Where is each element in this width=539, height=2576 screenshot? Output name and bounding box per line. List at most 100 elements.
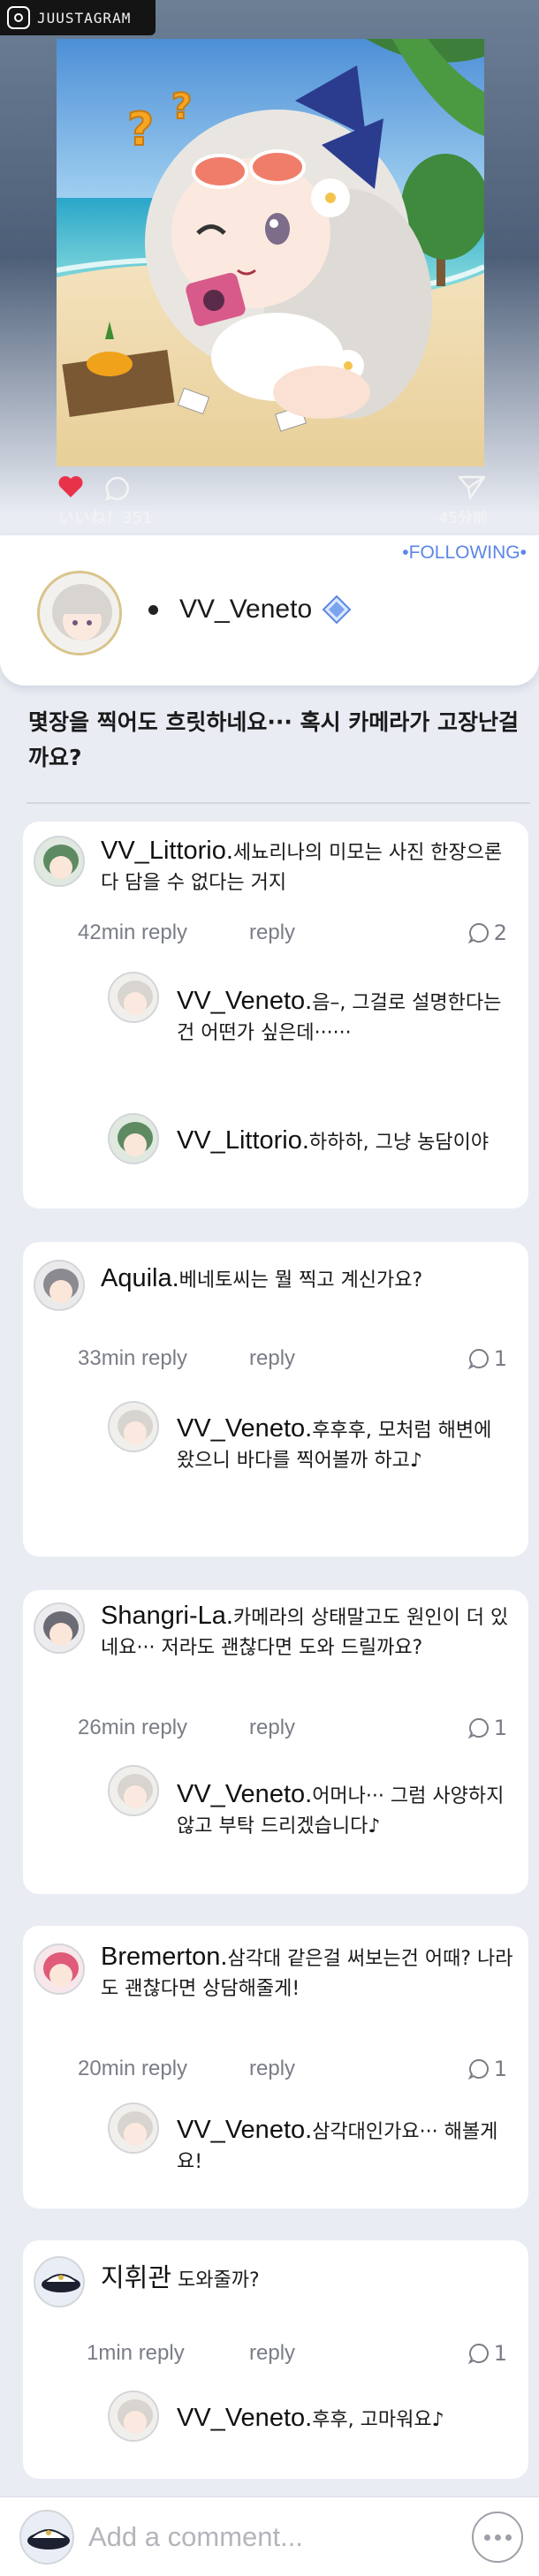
comment-input[interactable] <box>88 2515 459 2559</box>
post-time: 45分前 <box>438 510 488 527</box>
reply-bubble-icon <box>467 922 489 944</box>
author-card: •FOLLOWING• VV_Veneto <box>0 535 539 686</box>
avatar-veneto-icon <box>110 1767 157 1815</box>
avatar[interactable] <box>108 2102 159 2154</box>
reply-count[interactable]: 2 <box>467 921 507 945</box>
reply-button[interactable]: reply <box>249 921 295 945</box>
avatar[interactable] <box>108 1113 159 1164</box>
reply-count[interactable]: 1 <box>467 1346 507 1371</box>
avatar-commander-cap-icon <box>21 2512 72 2563</box>
juustagram-screen: JUUSTAGRAM ? ? いいね！351 45分前 •FOLLOWING• … <box>0 0 539 2576</box>
divider <box>27 802 530 804</box>
comment-text: 지휘관 도와줄까? <box>101 2263 507 2296</box>
avatar[interactable] <box>34 836 85 887</box>
reply-text: VV_Veneto.삼각대인가요··· 해볼게요! <box>177 2115 512 2178</box>
avatar-bremerton-icon <box>35 1945 83 1993</box>
reply-text: VV_Veneto.어머나··· 그럼 사양하지 않고 부탁 드리겠습니다♪ <box>177 1779 512 1842</box>
verified-diamond-icon <box>322 595 352 625</box>
avatar[interactable] <box>34 1260 85 1311</box>
bullet-dot <box>148 604 158 615</box>
post-actions: いいね！351 45分前 <box>55 470 488 532</box>
reply-text: VV_Veneto.후후, 고마워요♪ <box>177 2403 512 2436</box>
reply-bubble-icon <box>467 1717 489 1739</box>
following-button[interactable]: •FOLLOWING• <box>402 542 527 564</box>
avatar-shangrila-icon <box>35 1604 83 1652</box>
top-bar: JUUSTAGRAM <box>0 0 156 35</box>
reply-count[interactable]: 1 <box>467 2057 507 2081</box>
avatar[interactable] <box>108 2390 159 2442</box>
reply-count-value: 1 <box>493 2057 507 2081</box>
avatar-littorio-icon <box>110 1115 157 1163</box>
chat-dots-icon[interactable] <box>472 2512 523 2563</box>
reply-author[interactable]: VV_Veneto. <box>177 1780 312 1808</box>
reply-bubble-icon <box>467 2343 489 2365</box>
author-name-row: VV_Veneto <box>148 594 353 625</box>
avatar-littorio-icon <box>35 837 83 885</box>
reply-count-value: 1 <box>493 1716 507 1740</box>
reply-body: 하하하, 그냥 농담이야 <box>308 1132 490 1154</box>
comment-thread-shangrila: Shangri-La.카메라의 상태말고도 원인이 더 있네요··· 저라도 괜… <box>23 1590 528 1894</box>
post-image[interactable]: ? ? <box>57 39 484 466</box>
comment-author[interactable]: 지휘관 <box>101 2264 171 2292</box>
comment-text: Shangri-La.카메라의 상태말고도 원인이 더 있네요··· 저라도 괜… <box>101 1601 518 1663</box>
reply-author[interactable]: VV_Littorio. <box>177 1126 309 1155</box>
reply-count-value: 2 <box>493 921 507 945</box>
svg-text:?: ? <box>127 103 154 156</box>
avatar-veneto-icon <box>110 2104 157 2152</box>
avatar-veneto-icon <box>40 573 119 653</box>
comment-author[interactable]: VV_Littorio. <box>101 837 233 865</box>
comment-bubble-icon[interactable] <box>104 475 131 502</box>
comment-thread-commander: 지휘관 도와줄까? 1min reply reply 1 VV_Veneto.후… <box>23 2240 528 2479</box>
app-brand: JUUSTAGRAM <box>37 9 132 27</box>
avatar-aquila-icon <box>35 1261 83 1309</box>
reply-button[interactable]: reply <box>249 2057 295 2081</box>
beach-illustration: ? ? <box>57 39 484 466</box>
comment-time: 42min reply <box>78 921 188 944</box>
comment-time: 33min reply <box>78 1346 188 1370</box>
comment-bar <box>0 2496 539 2576</box>
avatar[interactable] <box>108 1765 159 1816</box>
author-name[interactable]: VV_Veneto <box>179 595 312 625</box>
reply-text: VV_Veneto.음–, 그걸로 설명한다는건 어떤가 싶은데······ <box>177 986 512 1049</box>
reply-author[interactable]: VV_Veneto. <box>177 1414 312 1443</box>
reply-count[interactable]: 1 <box>467 2341 507 2366</box>
avatar-veneto-icon <box>110 1403 157 1451</box>
svg-text:?: ? <box>171 87 192 127</box>
reply-button[interactable]: reply <box>249 1346 295 1371</box>
comment-body: 도와줄까? <box>178 2269 260 2292</box>
avatar[interactable] <box>37 571 122 655</box>
avatar-veneto-icon <box>110 2392 157 2440</box>
comment-author[interactable]: Aquila. <box>101 1264 179 1292</box>
reply-text: VV_Littorio.하하하, 그냥 농담이야 <box>177 1125 512 1158</box>
avatar-commander-cap-icon <box>35 2258 83 2306</box>
reply-bubble-icon <box>467 1348 489 1370</box>
avatar-veneto-icon <box>110 974 157 1021</box>
camera-logo-icon[interactable] <box>7 6 30 29</box>
comment-thread-bremerton: Bremerton.삼각대 같은걸 써보는건 어때? 나라도 괜찮다면 상담해줄… <box>23 1926 528 2209</box>
reply-text: VV_Veneto.후후후, 모처럼 해변에 왔으니 바다를 찍어볼까 하고♪ <box>177 1413 512 1476</box>
comment-author[interactable]: Bremerton. <box>101 1943 227 1971</box>
reply-author[interactable]: VV_Veneto. <box>177 2404 312 2432</box>
reply-author[interactable]: VV_Veneto. <box>177 987 312 1015</box>
comment-text: Bremerton.삼각대 같은걸 써보는건 어때? 나라도 괜찮다면 상담해줄… <box>101 1942 518 2004</box>
reply-button[interactable]: reply <box>249 1716 295 1740</box>
comment-time: 26min reply <box>78 1716 188 1739</box>
comment-thread-littorio: VV_Littorio.세뇨리나의 미모는 사진 한장으론 다 담을 수 없다는… <box>23 822 528 1208</box>
comment-author[interactable]: Shangri-La. <box>101 1602 233 1630</box>
send-icon[interactable] <box>458 474 486 500</box>
avatar[interactable] <box>108 1401 159 1452</box>
reply-author[interactable]: VV_Veneto. <box>177 2116 312 2144</box>
heart-icon[interactable] <box>58 475 83 498</box>
avatar[interactable] <box>108 972 159 1023</box>
post-caption: 몇장을 찍어도 흐릿하네요··· 혹시 카메라가 고장난걸까요? <box>28 709 520 770</box>
reply-bubble-icon <box>467 2058 489 2080</box>
reply-count[interactable]: 1 <box>467 1716 507 1740</box>
avatar[interactable] <box>34 1943 85 1995</box>
avatar[interactable] <box>34 2256 85 2307</box>
likes-count[interactable]: いいね！351 <box>58 505 152 528</box>
avatar[interactable] <box>34 1602 85 1654</box>
reply-button[interactable]: reply <box>249 2341 295 2366</box>
avatar[interactable] <box>19 2510 74 2565</box>
reply-count-value: 1 <box>493 1346 507 1371</box>
comment-time: 1min reply <box>87 2341 185 2365</box>
